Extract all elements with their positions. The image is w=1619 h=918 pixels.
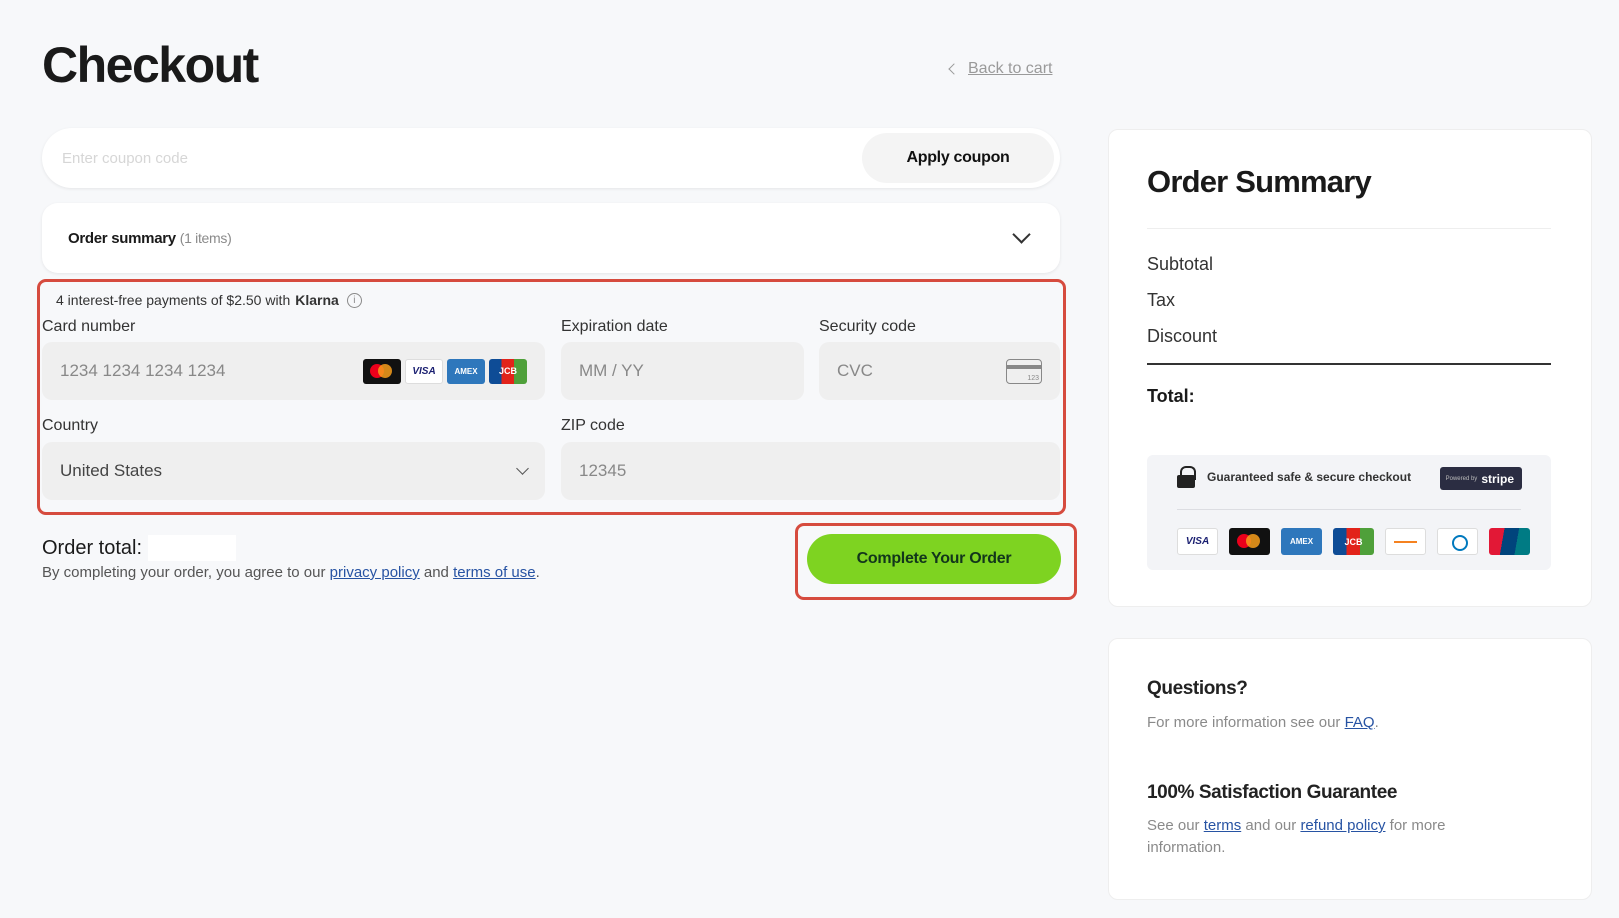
terms-agreement: By completing your order, you agree to o… [42, 564, 540, 581]
secure-checkout-row: Guaranteed safe & secure checkout [1177, 466, 1411, 488]
visa-icon: VISA [1177, 528, 1218, 555]
order-item-count: (1 items) [179, 229, 232, 246]
terms-of-use-link[interactable]: terms of use [453, 564, 536, 581]
zip-code-value: 12345 [579, 461, 627, 480]
security-code-label: Security code [819, 318, 916, 335]
mastercard-icon [363, 358, 401, 384]
klarna-text: 4 interest-free payments of $2.50 with [56, 292, 291, 308]
divider [1147, 228, 1551, 229]
card-number-input[interactable]: 1234 1234 1234 1234 VISA AMEX JCB [42, 342, 545, 400]
privacy-policy-link[interactable]: privacy policy [330, 564, 420, 581]
info-icon[interactable]: i [346, 292, 362, 308]
chevron-down-icon[interactable] [1012, 224, 1031, 244]
expiration-label: Expiration date [561, 318, 668, 335]
cvc-card-icon [1006, 358, 1042, 384]
terms-suffix: . [535, 564, 540, 581]
order-summary-accordion-label: Order summary (1 items) [68, 229, 232, 247]
chevron-left-icon [948, 63, 960, 75]
guarantee-and: and our [1245, 817, 1297, 834]
order-summary-label: Order summary [68, 229, 176, 247]
faq-link[interactable]: FAQ [1345, 714, 1375, 731]
order-summary-accordion[interactable]: Order summary (1 items) [42, 203, 1060, 273]
secure-checkout-text: Guaranteed safe & secure checkout [1207, 470, 1412, 484]
guarantee-title: 100% Satisfaction Guarantee [1147, 782, 1398, 803]
coupon-bar: Apply coupon [42, 128, 1060, 188]
stripe-logo: stripe [1481, 471, 1514, 486]
questions-title: Questions? [1147, 678, 1248, 699]
discount-label: Discount [1147, 326, 1218, 346]
jcb-icon: JCB [1333, 528, 1374, 555]
powered-by-stripe-badge: Powered by stripe [1440, 467, 1522, 490]
card-number-label: Card number [42, 318, 136, 335]
back-to-cart-link[interactable]: Back to cart [948, 60, 1053, 78]
chevron-down-icon [516, 462, 529, 475]
country-value: United States [60, 461, 163, 480]
zip-code-label: ZIP code [561, 417, 625, 434]
refund-policy-link[interactable]: refund policy [1300, 817, 1385, 834]
discover-icon [1385, 528, 1426, 555]
terms-link[interactable]: terms [1204, 817, 1242, 834]
card-number-placeholder: 1234 1234 1234 1234 [60, 361, 226, 380]
diners-club-icon [1437, 528, 1478, 555]
order-summary-title: Order Summary [1147, 164, 1372, 199]
zip-code-input[interactable]: 12345 [561, 442, 1060, 500]
terms-prefix: By completing your order, you agree to o… [42, 564, 326, 581]
klarna-logo: Klarna [295, 292, 339, 308]
questions-text: For more information see our FAQ. [1147, 712, 1507, 734]
klarna-message: 4 interest-free payments of $2.50 with K… [56, 292, 362, 308]
tax-label: Tax [1147, 290, 1176, 310]
questions-prefix: For more information see our [1147, 714, 1341, 731]
security-code-input[interactable]: CVC [819, 342, 1060, 400]
questions-suffix: . [1374, 714, 1379, 731]
country-label: Country [42, 417, 99, 434]
visa-icon: VISA [405, 358, 443, 384]
amex-icon: AMEX [447, 358, 485, 384]
terms-and: and [423, 564, 449, 581]
expiration-placeholder: MM / YY [579, 361, 644, 380]
order-total-value-mask [148, 535, 237, 561]
stripe-powered-text: Powered by [1445, 475, 1478, 482]
total-label: Total: [1147, 386, 1195, 406]
page-title: Checkout [42, 37, 259, 93]
divider [1177, 509, 1521, 510]
guarantee-text: See our terms and our refund policy for … [1147, 815, 1507, 859]
card-brand-icons: VISA AMEX JCB [363, 358, 527, 384]
apply-coupon-button[interactable]: Apply coupon [862, 133, 1054, 183]
country-select[interactable]: United States [42, 442, 545, 500]
expiration-input[interactable]: MM / YY [561, 342, 804, 400]
mastercard-icon [1229, 528, 1270, 555]
payment-logos: VISA AMEX JCB [1177, 528, 1530, 555]
total-divider [1147, 363, 1551, 365]
lock-icon [1177, 466, 1196, 488]
order-total: Order total: [42, 535, 237, 561]
subtotal-label: Subtotal [1147, 254, 1214, 274]
complete-order-button[interactable]: Complete Your Order [807, 534, 1061, 584]
security-code-placeholder: CVC [837, 361, 873, 380]
amex-icon: AMEX [1281, 528, 1322, 555]
guarantee-prefix: See our [1147, 817, 1200, 834]
order-total-label: Order total: [42, 536, 143, 559]
jcb-icon: JCB [489, 358, 527, 384]
coupon-input[interactable] [42, 149, 862, 167]
unionpay-icon [1489, 528, 1530, 555]
back-to-cart-label: Back to cart [968, 60, 1053, 77]
